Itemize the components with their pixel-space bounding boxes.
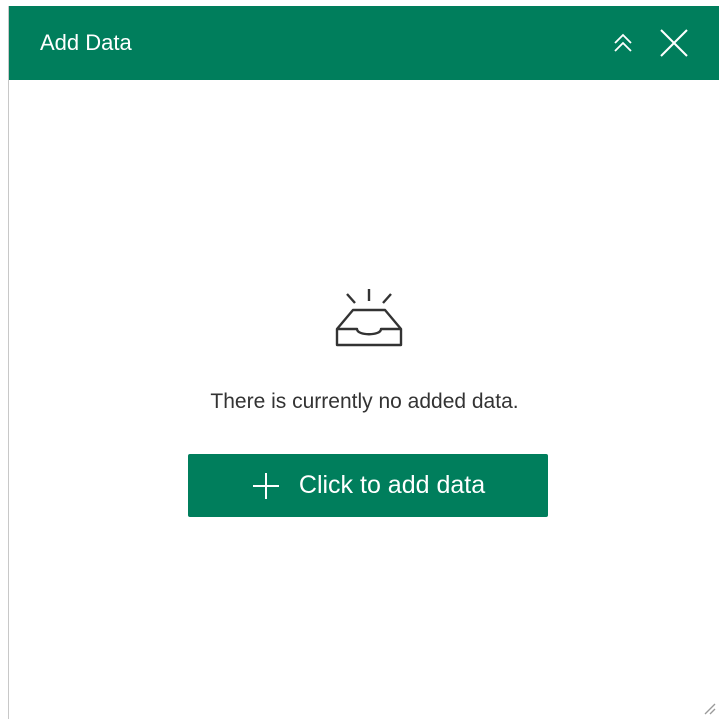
empty-inbox-icon	[335, 289, 403, 347]
collapse-button[interactable]	[606, 26, 640, 60]
double-chevron-up-icon	[614, 33, 632, 52]
empty-state-message: There is currently no added data.	[210, 390, 519, 413]
add-data-button[interactable]: Click to add data	[188, 454, 548, 517]
close-icon	[660, 29, 688, 57]
panel-content: There is currently no added data. Click …	[9, 80, 719, 719]
close-button[interactable]	[657, 26, 691, 60]
plus-icon	[252, 472, 279, 499]
add-data-button-label: Click to add data	[298, 471, 486, 499]
panel-title: Add Data	[40, 30, 132, 55]
panel-header: Add Data	[9, 6, 719, 80]
resize-grip-icon[interactable]	[702, 701, 716, 715]
add-data-panel: Add Data There is currently no added dat…	[8, 6, 719, 719]
